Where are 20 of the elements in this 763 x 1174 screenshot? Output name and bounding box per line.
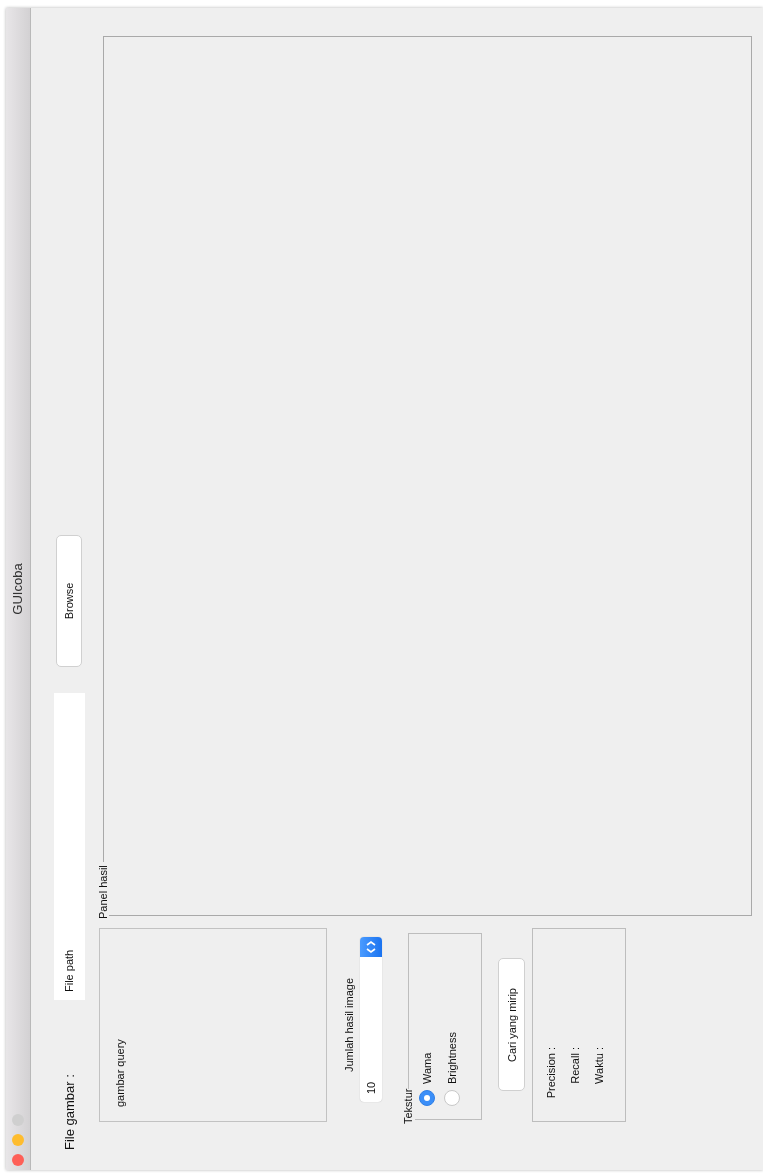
file-label: File gambar : [61,1073,77,1150]
results-panel-title: Panel hasil [97,862,109,919]
radio-option[interactable]: Brightness [444,934,460,1106]
stepper-icon[interactable] [360,937,382,957]
close-button[interactable] [12,1154,24,1166]
query-image-label: gambar query [114,1039,126,1107]
window-title: GUIcoba [10,563,25,615]
texture-group-title: Tekstur [402,1088,414,1124]
metric-label: Waktu : [593,1047,605,1086]
count-spinner[interactable]: 10 [360,937,382,1102]
metric-label: Recall : [569,1047,581,1086]
minimize-button[interactable] [12,1134,24,1146]
file-path-field[interactable]: File path [53,693,85,1000]
browse-button[interactable]: Browse [56,535,82,667]
metric-label: Precision : [545,1047,557,1101]
count-label: Jumlah hasil image [343,977,355,1073]
radio-option[interactable]: Wama [419,934,435,1106]
search-similar-button[interactable]: Cari yang mirip [498,958,525,1092]
radio-icon[interactable] [444,1090,460,1106]
radio-icon[interactable] [419,1090,435,1106]
